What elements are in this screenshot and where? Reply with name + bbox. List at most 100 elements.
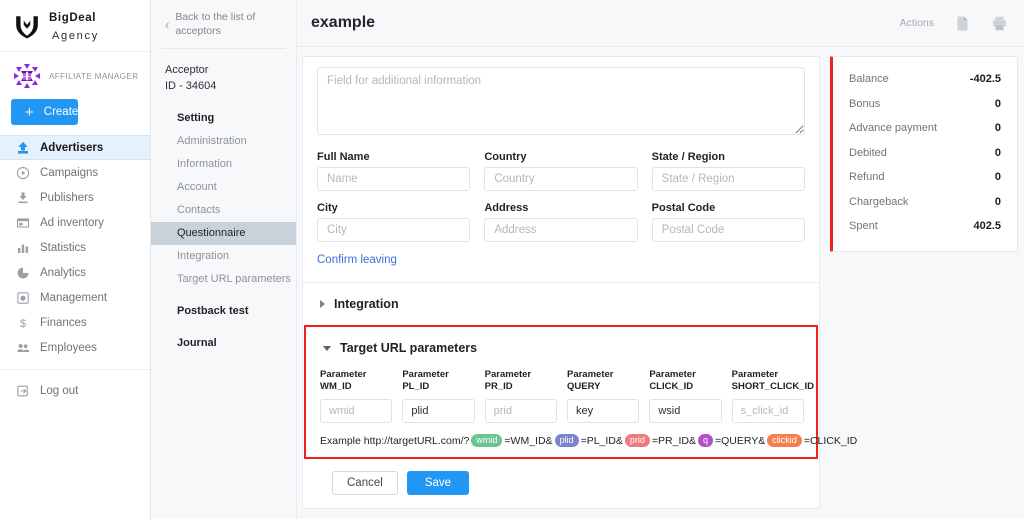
logout-icon [16, 384, 30, 398]
sidebar-item-analytics[interactable]: Analytics [0, 260, 150, 285]
balance-value: 0 [994, 122, 1001, 135]
integration-title: Integration [334, 297, 399, 311]
param-label: Parameter [649, 369, 696, 380]
subnav-gap [151, 323, 296, 332]
field-address: Address [484, 202, 638, 242]
param-click-id-input[interactable] [649, 398, 722, 423]
state-region-input[interactable] [651, 167, 805, 191]
create-button-label: Create [43, 106, 79, 118]
sidebar-item-advertisers[interactable]: Advertisers [0, 135, 150, 160]
card-footer: Cancel Save [303, 459, 819, 508]
caret-right-icon [320, 300, 325, 308]
sidebar-item-management[interactable]: Management [0, 285, 150, 310]
param-pl-id-input[interactable] [402, 398, 475, 423]
save-button[interactable]: Save [406, 471, 470, 496]
target-url-accordion-header[interactable]: Target URL parameters [306, 327, 816, 369]
svg-text:$: $ [20, 318, 26, 330]
target-url-title: Target URL parameters [340, 341, 478, 355]
param-query-input[interactable] [566, 398, 640, 423]
subnav-item-account[interactable]: Account [151, 176, 296, 199]
identicon-avatar [12, 61, 42, 91]
city-input[interactable] [317, 218, 471, 242]
balance-value: 0 [994, 146, 1001, 159]
chip-plid: plid [554, 433, 579, 448]
balance-row: Advance payment 0 [849, 116, 1001, 141]
param-wm-id-input[interactable] [320, 398, 393, 423]
sidebar-item-statistics[interactable]: Statistics [0, 235, 150, 260]
sidebar-nav: Advertisers Campaigns Publishers Ad inve… [0, 135, 150, 403]
brand-logo[interactable]: BigDeal Agency [0, 0, 150, 52]
subnav-gap [151, 291, 296, 300]
param-label: Parameter [566, 369, 614, 380]
questionnaire-section: Full Name Country State / Region [303, 57, 819, 282]
param-short-click-id: Parameter SHORT_CLICK_ID [731, 369, 814, 423]
subnav-item-questionnaire[interactable]: Questionnaire [151, 221, 296, 245]
param-label: Parameter [402, 369, 449, 380]
subnav-item-contacts[interactable]: Contacts [151, 199, 296, 222]
upload-icon [16, 141, 30, 155]
subnav-item-setting[interactable]: Setting [151, 107, 296, 130]
sidebar-item-employees[interactable]: Employees [0, 335, 150, 360]
subnav-item-integration[interactable]: Integration [151, 245, 296, 268]
subnav-item-administration[interactable]: Administration [151, 130, 296, 153]
integration-accordion-header[interactable]: Integration [303, 283, 819, 325]
acceptor-id: ID - 34604 [165, 79, 217, 92]
param-click-id: Parameter CLICK_ID [649, 369, 722, 423]
sidebar-divider [0, 369, 150, 370]
subnav-item-postback-test[interactable]: Postback test [151, 300, 296, 323]
people-icon [16, 341, 30, 355]
param-label: Parameter [484, 369, 532, 380]
param-pr-id-input[interactable] [484, 398, 557, 423]
document-icon[interactable] [954, 15, 971, 32]
subnav-item-information[interactable]: Information [151, 153, 296, 176]
sidebar-item-label: Employees [40, 341, 97, 354]
full-name-input[interactable] [317, 167, 471, 191]
caret-down-icon [323, 345, 331, 351]
sidebar-item-label: Ad inventory [40, 216, 104, 229]
create-button[interactable]: + Create [11, 99, 79, 125]
balance-value: 402.5 [973, 220, 1001, 233]
confirm-leaving-link[interactable]: Confirm leaving [317, 254, 397, 266]
window-icon [16, 216, 30, 230]
sidebar-item-logout[interactable]: Log out [0, 378, 150, 403]
balance-row: Bonus 0 [849, 92, 1001, 117]
param-short-click-id-input[interactable] [731, 398, 804, 423]
brand-name-line1: BigDeal [49, 11, 97, 24]
balance-value: -402.5 [969, 73, 1001, 86]
balance-label: Spent [849, 220, 878, 233]
subnav-item-journal[interactable]: Journal [151, 332, 296, 355]
topbar-actions: Actions [900, 15, 1008, 32]
address-input[interactable] [484, 218, 638, 242]
back-to-acceptors-link[interactable]: ‹ Back to the list of acceptors [151, 0, 296, 48]
field-label: State / Region [651, 151, 725, 163]
pie-chart-icon [16, 266, 30, 280]
sidebar-item-publishers[interactable]: Publishers [0, 185, 150, 210]
subnav-item-target-url-parameters[interactable]: Target URL parameters [151, 268, 296, 291]
printer-icon[interactable] [991, 15, 1008, 32]
sidebar-item-label: Campaigns [40, 166, 99, 179]
param-wm-id: Parameter WM_ID [320, 369, 393, 423]
balance-label: Bonus [849, 97, 881, 110]
brand-name-line2: Agency [52, 29, 99, 42]
chip-wmid: wmid [471, 433, 503, 448]
cancel-button[interactable]: Cancel [332, 471, 398, 496]
affiliate-manager-block: AFFILIATE MANAGER [0, 52, 150, 91]
additional-info-textarea[interactable] [317, 67, 805, 135]
country-input[interactable] [484, 167, 638, 191]
sidebar-item-finances[interactable]: $ Finances [0, 310, 150, 335]
balance-value: 0 [994, 97, 1001, 110]
acceptor-info: Acceptor ID - 34604 [151, 63, 296, 107]
sidebar-item-campaigns[interactable]: Campaigns [0, 160, 150, 185]
balance-value: 0 [994, 171, 1001, 184]
sidebar-item-ad-inventory[interactable]: Ad inventory [0, 210, 150, 235]
field-full-name: Full Name [317, 151, 471, 191]
subnav-divider [161, 48, 286, 49]
settings-box-icon [16, 291, 30, 305]
chip-clickid: clickid [767, 433, 802, 448]
param-name: QUERY [566, 381, 601, 393]
balance-row: Spent 402.5 [849, 214, 1001, 239]
postal-code-input[interactable] [651, 218, 805, 242]
sidebar-item-label: Statistics [40, 241, 87, 254]
actions-menu[interactable]: Actions [900, 17, 934, 29]
example-text-4: =CLICK_ID [803, 434, 858, 447]
